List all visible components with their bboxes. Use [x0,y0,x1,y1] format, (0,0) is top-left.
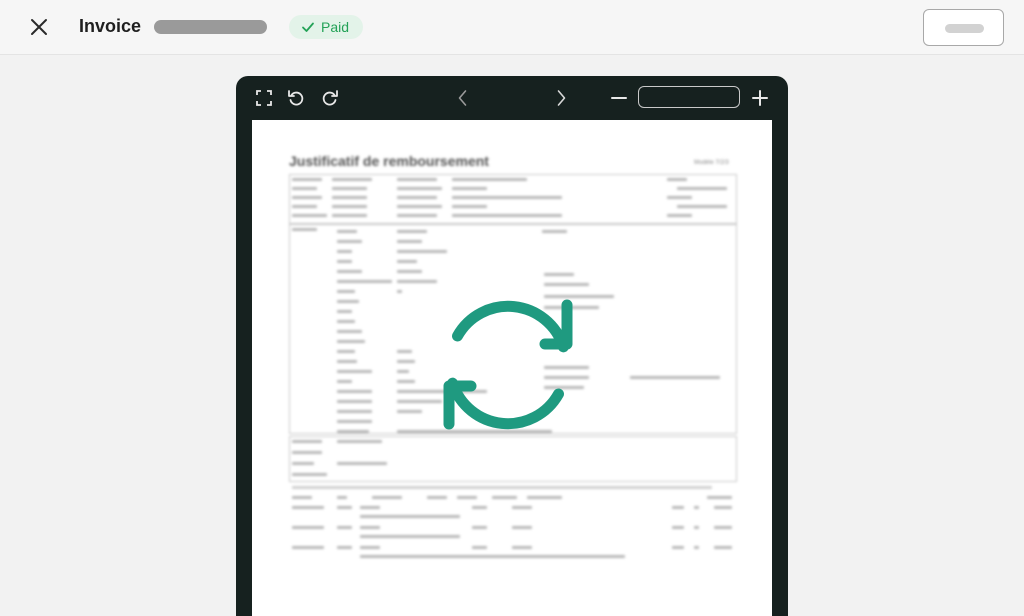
chevron-left-icon [458,90,467,106]
check-icon [302,22,314,32]
previous-page-button[interactable] [452,87,474,109]
header-bar: Invoice Paid [0,0,1024,55]
rotate-left-button[interactable] [285,87,307,109]
zoom-input[interactable] [638,86,740,108]
refresh-icon [443,299,573,430]
button-label-placeholder [945,24,984,33]
fullscreen-button[interactable] [253,87,275,109]
close-button[interactable] [26,14,52,40]
minus-icon [611,97,627,99]
next-page-button[interactable] [550,87,572,109]
zoom-out-button[interactable] [608,87,630,109]
zoom-in-button[interactable] [749,87,771,109]
rotate-right-button[interactable] [319,87,341,109]
document-title: Justificatif de remboursement [289,153,489,169]
close-icon [31,19,47,35]
rotate-left-icon [288,90,304,106]
chevron-right-icon [557,90,566,106]
page-title: Invoice [79,16,142,36]
invoice-number-redacted [154,20,267,34]
fullscreen-icon [256,90,272,106]
document-reference: Modèle 7/2/3 [694,160,729,166]
plus-icon [752,90,768,106]
status-label: Paid [321,19,350,35]
rotate-right-icon [322,90,338,106]
header-action-button[interactable] [923,9,1004,46]
status-badge: Paid [289,15,364,39]
